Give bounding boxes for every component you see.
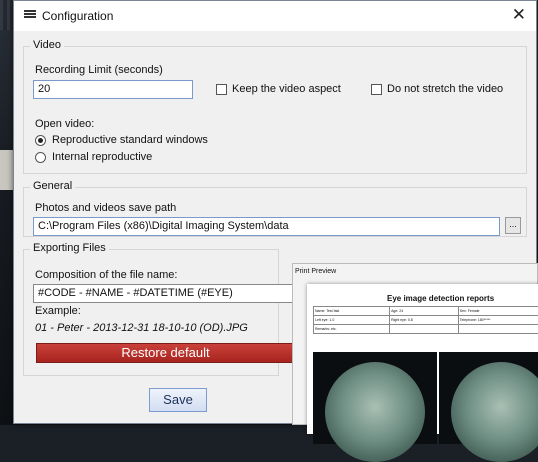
example-value: 01 - Peter - 2013-12-31 18-10-10 (OD).JP… — [35, 322, 248, 334]
configuration-window: Configuration ✕ Video Recording Limit (s… — [13, 0, 537, 424]
radio-internal-label: Internal reproductive — [52, 151, 152, 163]
table-cell: Left eye: 1.0 — [314, 316, 390, 325]
close-icon[interactable]: ✕ — [512, 5, 526, 25]
general-group-title: General — [30, 180, 75, 192]
table-cell: Name: Test fast — [314, 307, 390, 316]
composition-label: Composition of the file name: — [35, 269, 177, 281]
recording-limit-input[interactable]: 20 — [33, 80, 193, 99]
window-icon — [24, 10, 36, 21]
table-row: Left eye: 1.0 Right eye: 0.8 Telephone: … — [314, 316, 538, 325]
report-title: Eye image detection reports — [387, 294, 494, 303]
keep-aspect-checkbox[interactable] — [216, 84, 227, 95]
radio-internal[interactable] — [35, 152, 46, 163]
save-path-label: Photos and videos save path — [35, 202, 176, 214]
table-cell — [458, 325, 538, 334]
print-preview-title: Print Preview — [295, 268, 336, 275]
eye-image-right — [439, 352, 538, 444]
radio-standard-label: Reproductive standard windows — [52, 134, 208, 146]
table-row: Name: Test fast Age: 24 Sex: Female — [314, 307, 538, 316]
table-row: Remarks: etc. — [314, 325, 538, 334]
keep-aspect-label: Keep the video aspect — [232, 83, 341, 95]
save-path-input[interactable]: C:\Program Files (x86)\Digital Imaging S… — [33, 217, 500, 236]
no-stretch-checkbox[interactable] — [371, 84, 382, 95]
video-group-title: Video — [30, 39, 64, 51]
save-button[interactable]: Save — [149, 388, 207, 412]
report-sheet: Eye image detection reports Name: Test f… — [307, 284, 538, 434]
no-stretch-label: Do not stretch the video — [387, 83, 503, 95]
composition-input[interactable]: #CODE - #NAME - #DATETIME (#EYE) — [33, 284, 295, 303]
recording-limit-label: Recording Limit (seconds) — [35, 64, 163, 76]
print-preview-window: Print Preview Eye image detection report… — [292, 263, 538, 425]
report-table: Name: Test fast Age: 24 Sex: Female Left… — [313, 306, 538, 334]
table-cell: Sex: Female — [458, 307, 538, 316]
table-cell: Right eye: 0.8 — [390, 316, 459, 325]
eye-image-left — [313, 352, 437, 444]
table-cell: Remarks: etc. — [314, 325, 390, 334]
title-bar: Configuration ✕ — [14, 1, 536, 31]
exporting-group-title: Exporting Files — [30, 242, 109, 254]
table-cell: Telephone: 180***** — [458, 316, 538, 325]
table-cell: Age: 24 — [390, 307, 459, 316]
window-title: Configuration — [42, 9, 113, 23]
radio-standard-windows[interactable] — [35, 135, 46, 146]
restore-default-button[interactable]: Restore default — [36, 343, 295, 363]
open-video-label: Open video: — [35, 118, 94, 130]
table-cell — [390, 325, 459, 334]
ellipsis-icon[interactable]: ... — [505, 217, 521, 234]
example-label: Example: — [35, 305, 81, 317]
